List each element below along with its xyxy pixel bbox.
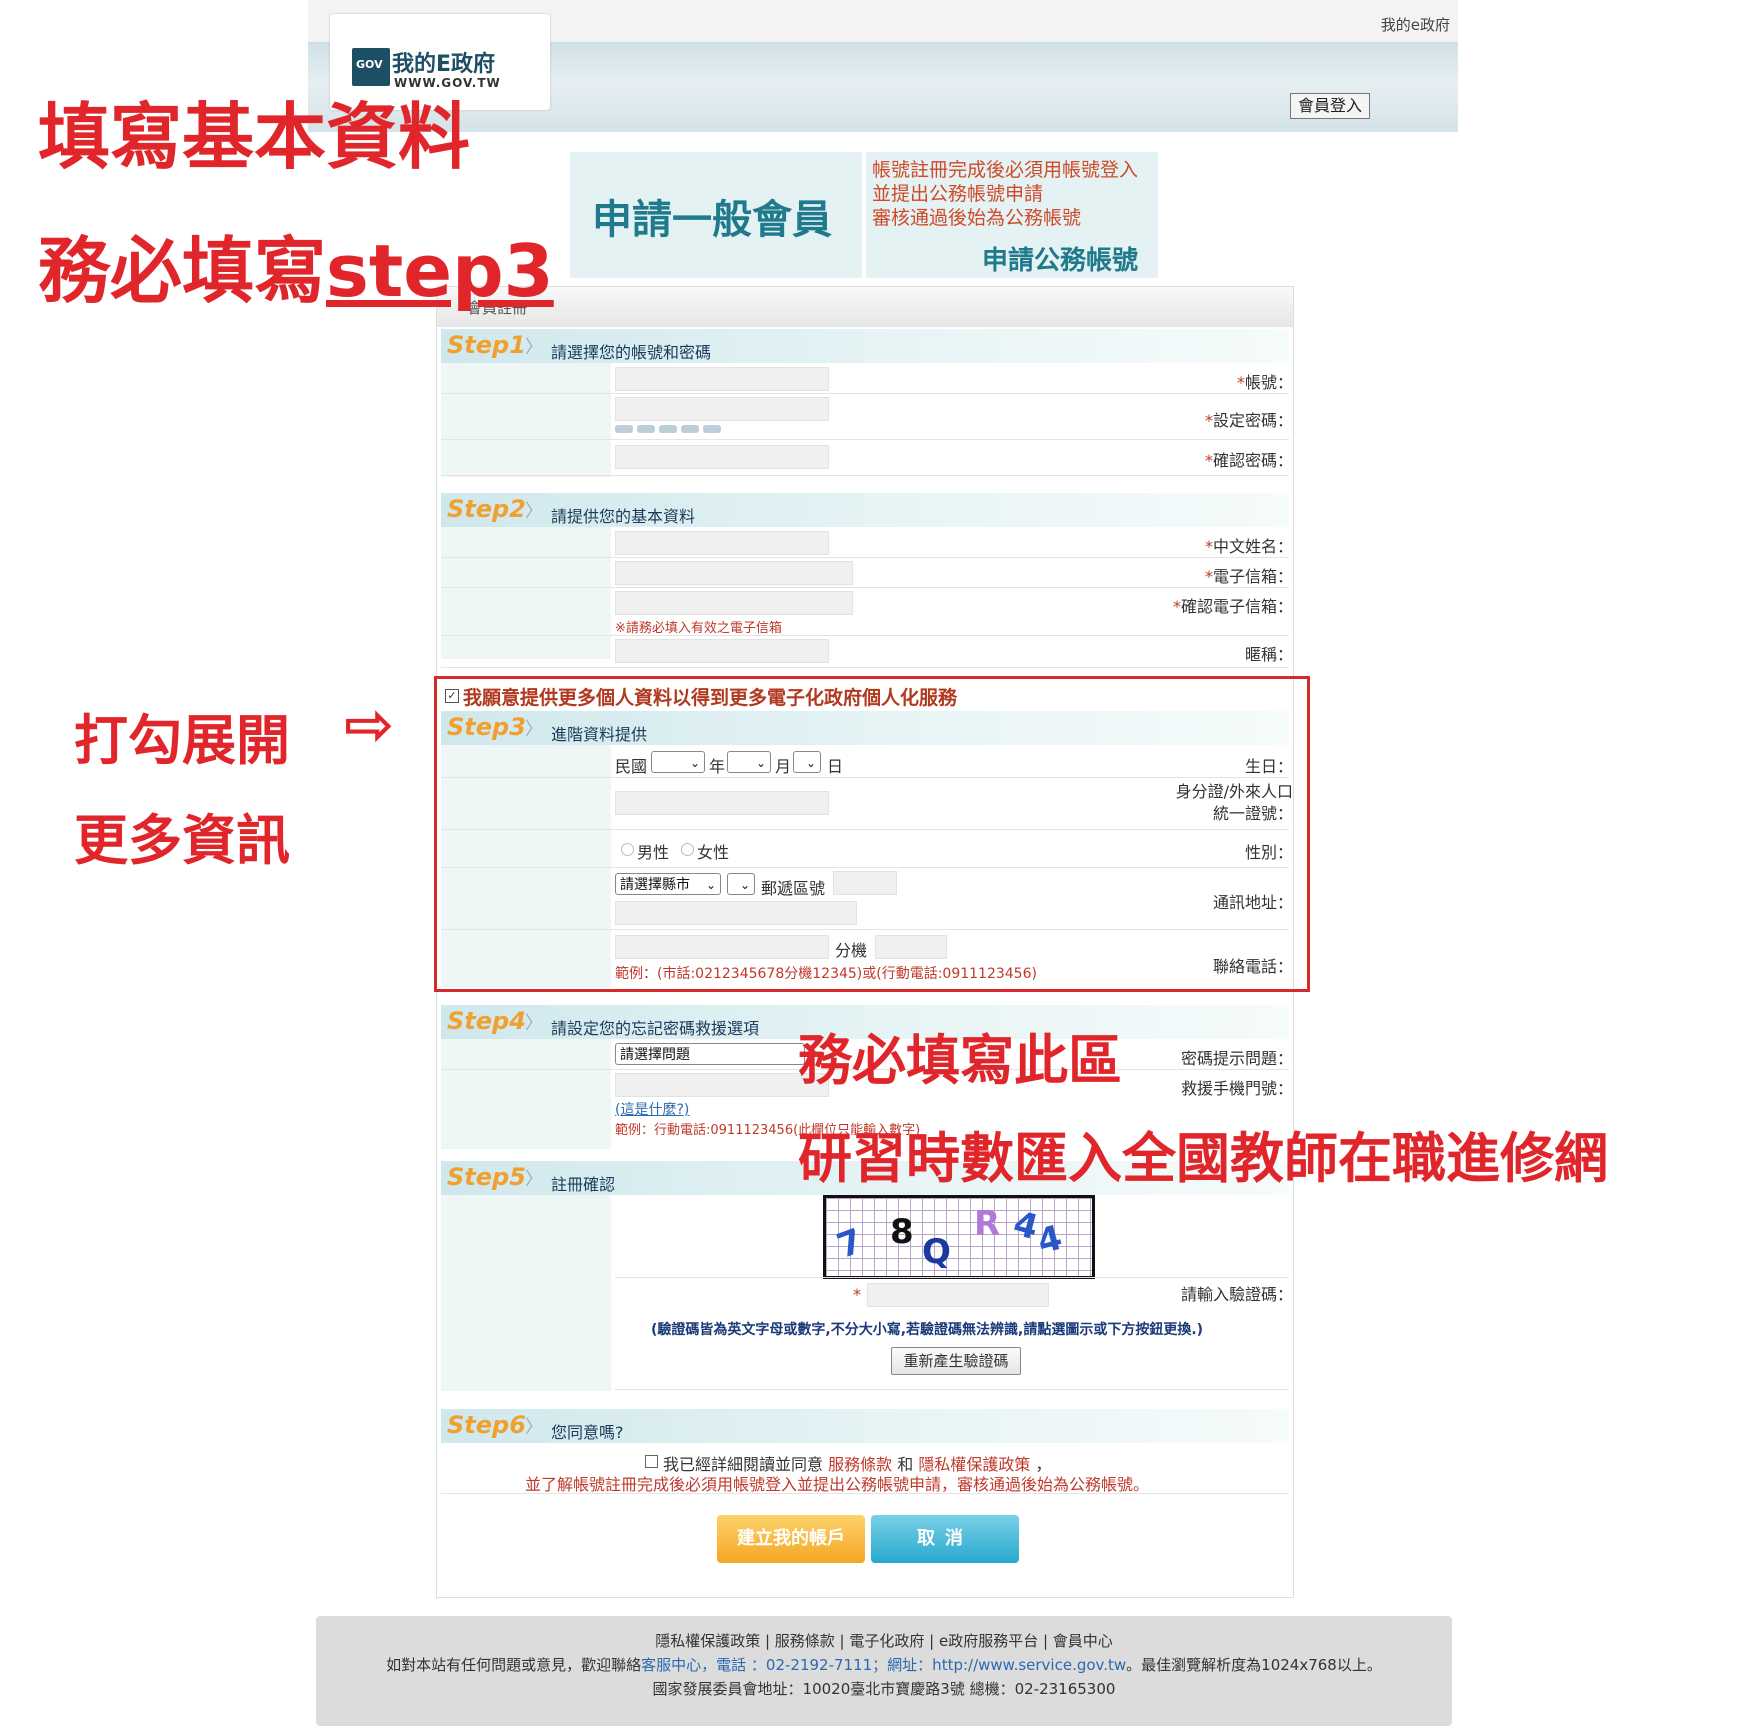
annotation-step3-box: [434, 676, 1310, 992]
step6-header: Step6 〉 您同意嗎?: [441, 1409, 1289, 1443]
step5-label-column: [441, 1195, 611, 1391]
arrow-right-icon: ⇨: [344, 690, 395, 760]
email-input[interactable]: [615, 561, 853, 585]
what-is-this-link[interactable]: (這是什麼?): [615, 1099, 689, 1119]
tab-general-label: 申請一般會員: [592, 197, 832, 243]
create-account-button[interactable]: 建立我的帳戶: [717, 1515, 865, 1563]
step2-header: Step2 〉 請提供您的基本資料: [441, 493, 1289, 527]
hint-question-select[interactable]: 請選擇問題: [615, 1043, 805, 1065]
step4-label-column: [441, 1039, 611, 1149]
step2-label-column: [441, 527, 611, 659]
footer-contact: 如對本站有任何問題或意見，歡迎聯絡客服中心，電話 ：02-2192-7111；網…: [386, 1656, 1382, 1674]
step-arrow-icon: 〉: [525, 1417, 543, 1438]
tab-general-member[interactable]: 申請一般會員: [570, 152, 862, 278]
annotation-check-expand: 打勾展開: [74, 709, 290, 772]
chinese-name-input[interactable]: [615, 531, 829, 555]
service-center-link[interactable]: 客服中心，電話 ：02-2192-7111；網址：http://www.serv…: [641, 1656, 1126, 1674]
annotation-more-info: 更多資訊: [74, 809, 290, 872]
annotation-hours-import: 研習時數匯入全國教師在職進修網: [798, 1127, 1608, 1190]
my-egov-link[interactable]: 我的e政府: [1381, 14, 1450, 35]
password-input[interactable]: [615, 397, 829, 421]
nickname-input[interactable]: [615, 639, 829, 663]
email-note: ※請務必填入有效之電子信箱: [615, 621, 782, 636]
panel-header: 會員註冊: [437, 287, 1293, 327]
footer-links[interactable]: 隱私權保護政策 | 服務條款 | 電子化政府 | e政府服務平台 | 會員中心: [316, 1630, 1452, 1651]
annotation-fill-basic: 填寫基本資料: [38, 95, 471, 179]
step-arrow-icon: 〉: [525, 501, 543, 522]
member-login-button[interactable]: 會員登入: [1290, 93, 1370, 119]
step-arrow-icon: 〉: [525, 1013, 543, 1034]
agree-line2: 並了解帳號註冊完成後必須用帳號登入並提出公務帳號申請，審核通過後始為公務帳號。: [525, 1475, 1150, 1494]
official-notes: 帳號註冊完成後必須用帳號登入 並提出公務帳號申請 審核通過後始為公務帳號: [872, 159, 1139, 229]
step1-header: Step1 〉 請選擇您的帳號和密碼: [441, 329, 1289, 363]
password-strength-meter: [615, 425, 725, 435]
cancel-button[interactable]: 取消: [871, 1515, 1019, 1563]
footer: 隱私權保護政策 | 服務條款 | 電子化政府 | e政府服務平台 | 會員中心 …: [316, 1616, 1452, 1726]
annotation-must-step3: 務必填寫step3: [38, 229, 554, 313]
captcha-note: (驗證碼皆為英文字母或數字,不分大小寫,若驗證碼無法辨識,請點選圖示或下方按鈕更…: [651, 1322, 1204, 1338]
tab-official-account[interactable]: 帳號註冊完成後必須用帳號登入 並提出公務帳號申請 審核通過後始為公務帳號 申請公…: [866, 152, 1158, 278]
captcha-image[interactable]: 7 8 Q R 4 4: [823, 1195, 1095, 1279]
annotation-must-area: 務必填寫此區: [798, 1029, 1122, 1092]
step-arrow-icon: 〉: [525, 337, 543, 358]
confirm-email-input[interactable]: [615, 591, 853, 615]
captcha-input[interactable]: [867, 1283, 1049, 1307]
rescue-phone-input[interactable]: [615, 1073, 829, 1097]
account-input[interactable]: [615, 367, 829, 391]
agree-checkbox[interactable]: [645, 1455, 658, 1468]
step1-label-column: [441, 363, 611, 477]
tab-official-label: 申請公務帳號: [982, 246, 1139, 276]
footer-address: 國家發展委員會地址：10020臺北市寶慶路3號 總機：02-23165300: [652, 1680, 1116, 1698]
step-arrow-icon: 〉: [525, 1169, 543, 1190]
confirm-password-input[interactable]: [615, 445, 829, 469]
logo-title: 我的E政府: [392, 52, 496, 77]
regenerate-captcha-button[interactable]: 重新產生驗證碼: [891, 1347, 1021, 1375]
